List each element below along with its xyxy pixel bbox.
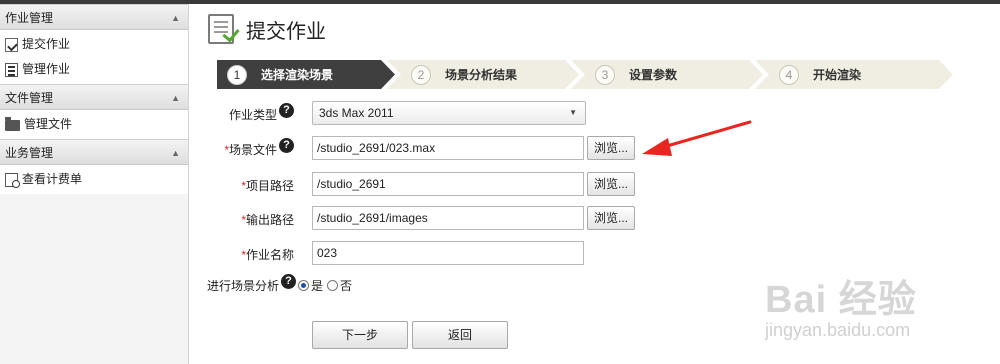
watermark-url: jingyan.baidu.com [765,320,911,340]
watermark: Bai 经验 jingyan.baidu.com [765,258,995,358]
watermark-logo: Bai 经验 [765,279,917,321]
